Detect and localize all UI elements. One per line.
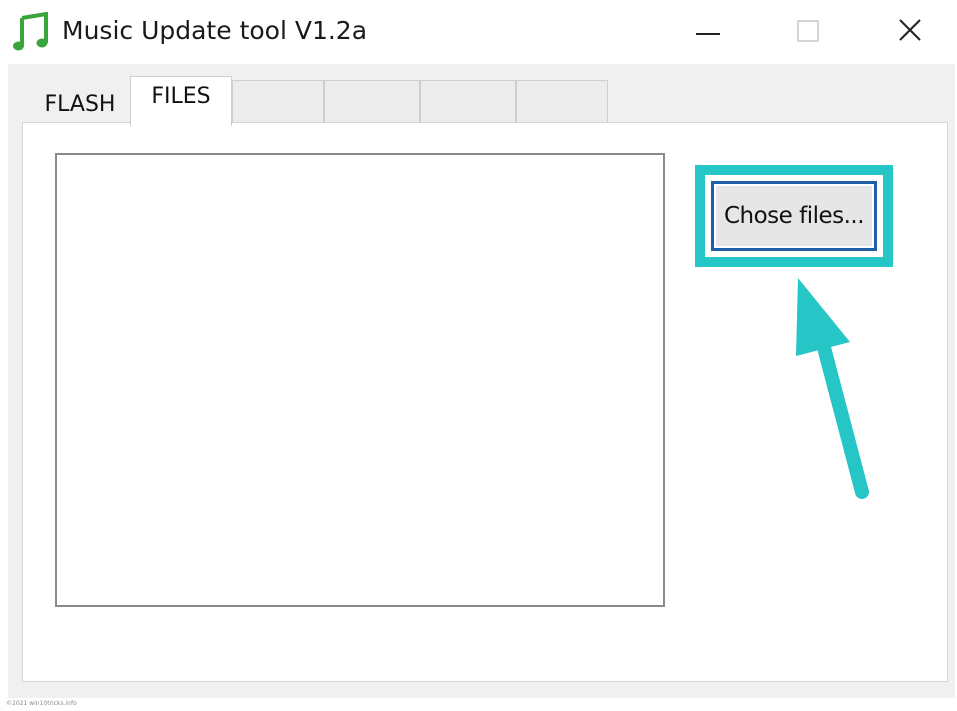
tab-flash[interactable]: FLASH: [30, 84, 130, 124]
minimize-icon: [696, 33, 720, 35]
minimize-button[interactable]: [680, 8, 740, 54]
maximize-icon: [797, 20, 819, 42]
tab-empty-2[interactable]: [324, 80, 420, 124]
watermark-text: ©2021 win10tricks.info: [6, 700, 77, 707]
client-area: FLASH FILES Chose files...: [8, 64, 955, 698]
tab-empty-1[interactable]: [232, 80, 324, 124]
tab-empty-4[interactable]: [516, 80, 608, 124]
maximize-button[interactable]: [780, 8, 840, 54]
tab-empty-3[interactable]: [420, 80, 516, 124]
music-note-icon: [13, 12, 48, 51]
app-window: Music Update tool V1.2a FLASH FILES Chos…: [0, 0, 957, 711]
close-icon: [899, 19, 921, 41]
close-button[interactable]: [882, 8, 942, 54]
chose-files-button[interactable]: Chose files...: [711, 181, 877, 251]
highlight-box: Chose files...: [695, 165, 893, 267]
window-title: Music Update tool V1.2a: [62, 16, 368, 45]
file-list-box[interactable]: [55, 153, 665, 607]
tab-strip: FLASH FILES: [8, 64, 955, 126]
tab-files[interactable]: FILES: [130, 76, 232, 126]
files-tab-panel: Chose files...: [22, 122, 948, 682]
title-bar[interactable]: Music Update tool V1.2a: [0, 0, 957, 64]
